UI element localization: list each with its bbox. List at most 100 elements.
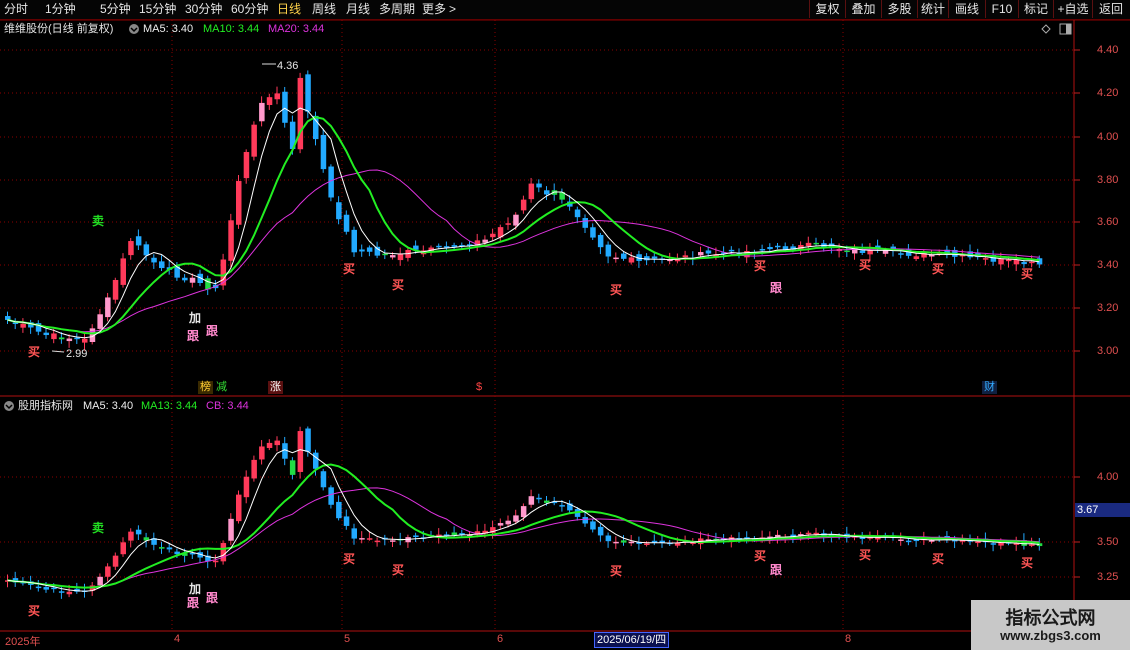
candle-body: [505, 223, 511, 225]
event-tag-reduce[interactable]: 减: [214, 381, 229, 394]
candle-body: [66, 338, 73, 342]
candle-body: [374, 246, 381, 256]
main-ma10-label: MA10: 3.44: [203, 23, 260, 35]
y-label: 3.00: [1097, 345, 1119, 357]
candle-body: [621, 540, 627, 543]
candle-body: [544, 500, 550, 503]
candle-body: [536, 183, 542, 188]
candle-body: [590, 521, 596, 530]
candle-body: [159, 547, 165, 549]
y-label: 4.00: [1097, 131, 1119, 143]
candle-body: [274, 440, 280, 446]
candle-body: [297, 431, 304, 472]
diamond-icon[interactable]: [1041, 24, 1051, 34]
candle-body: [497, 523, 504, 526]
candle-body: [159, 261, 165, 269]
candle-body: [343, 214, 350, 232]
indicator-cb-label: CB: 3.44: [206, 400, 249, 412]
collapse-circle-icon[interactable]: [128, 23, 140, 35]
candle-body: [528, 183, 535, 200]
candle-body: [982, 258, 989, 260]
signal-follow: 跟: [770, 563, 783, 577]
candle-body: [305, 74, 311, 112]
signal-buy: 买: [392, 278, 405, 292]
candle-body: [236, 494, 242, 522]
candle-body: [859, 250, 866, 253]
watermark-badge: 指标公式网 www.zbgs3.com: [971, 600, 1130, 650]
kline-chart[interactable]: [0, 0, 1130, 650]
event-tag-dividend[interactable]: $: [474, 381, 484, 394]
candle-body: [351, 229, 357, 253]
panel-toggle-icon[interactable]: [1059, 23, 1072, 35]
indicator-ma13-label: MA13: 3.44: [141, 400, 198, 412]
signal-sell: 卖: [92, 521, 105, 535]
candle-body: [120, 542, 126, 555]
candle-body: [343, 516, 350, 526]
candle-body: [805, 532, 812, 535]
candle-body: [520, 506, 527, 518]
candle-body: [336, 202, 342, 220]
candle-body: [913, 256, 920, 260]
candle-body: [266, 97, 273, 105]
candle-body: [320, 134, 327, 170]
candle-body: [274, 93, 280, 100]
candle-body: [613, 541, 619, 544]
event-tag-ranking[interactable]: 榜: [198, 381, 213, 394]
candle-body: [97, 314, 103, 329]
candle-body: [128, 241, 134, 256]
candle-body: [282, 91, 288, 123]
event-tag-finance[interactable]: 财: [982, 381, 997, 394]
candle-body: [51, 587, 57, 590]
candle-body: [621, 253, 627, 259]
candle-body: [644, 543, 650, 545]
candle-body: [605, 244, 612, 257]
signal-buy: 买: [932, 262, 945, 276]
collapse-circle-icon[interactable]: [3, 400, 15, 412]
signal-buy: 买: [859, 258, 872, 272]
candle-body: [582, 517, 588, 524]
candle-body: [628, 257, 635, 263]
y-label: 4.20: [1097, 87, 1119, 99]
candle-body: [1006, 259, 1012, 262]
candle-body: [597, 234, 604, 248]
indicator-title: 股朋指标网: [18, 400, 73, 412]
candle-body: [228, 220, 234, 261]
signal-buy: 买: [754, 549, 767, 563]
indicator-ma5-label: MA5: 3.40: [83, 400, 134, 412]
candle-body: [490, 233, 496, 238]
candle-body: [905, 540, 912, 543]
candle-body: [613, 257, 619, 260]
candle-body: [251, 124, 257, 157]
watermark-url: www.zbgs3.com: [1000, 628, 1101, 643]
candle-body: [220, 543, 227, 562]
candle-body: [805, 242, 812, 247]
candle-body: [328, 487, 334, 505]
signal-buy: 买: [392, 563, 405, 577]
low-price-label: 2.99: [66, 348, 88, 360]
candle-body: [97, 576, 103, 586]
candle-body: [528, 496, 535, 505]
candle-body: [251, 459, 257, 479]
candle-body: [51, 333, 57, 340]
candle-body: [359, 538, 365, 540]
high-price-label: 4.36: [277, 60, 299, 72]
main-ma20-label: MA20: 3.44: [268, 23, 325, 35]
candle-body: [266, 442, 273, 448]
y-label: 3.40: [1097, 259, 1119, 271]
candle-body: [382, 253, 388, 256]
signal-buy: 买: [1021, 556, 1034, 570]
candle-body: [182, 277, 188, 281]
signal-follow: 跟: [206, 324, 219, 338]
candle-body: [505, 520, 511, 525]
candle-body: [990, 543, 997, 545]
event-tag-rise[interactable]: 涨: [268, 381, 283, 394]
candle-body: [898, 253, 904, 255]
candle-body: [813, 242, 819, 245]
y-label: 4.40: [1097, 44, 1119, 56]
candle-body: [975, 541, 981, 544]
watermark-title: 指标公式网: [1005, 608, 1096, 628]
indicator-candles: [5, 426, 1043, 599]
candle-body: [289, 460, 296, 475]
candle-body: [582, 218, 588, 228]
candle-body: [559, 505, 565, 507]
